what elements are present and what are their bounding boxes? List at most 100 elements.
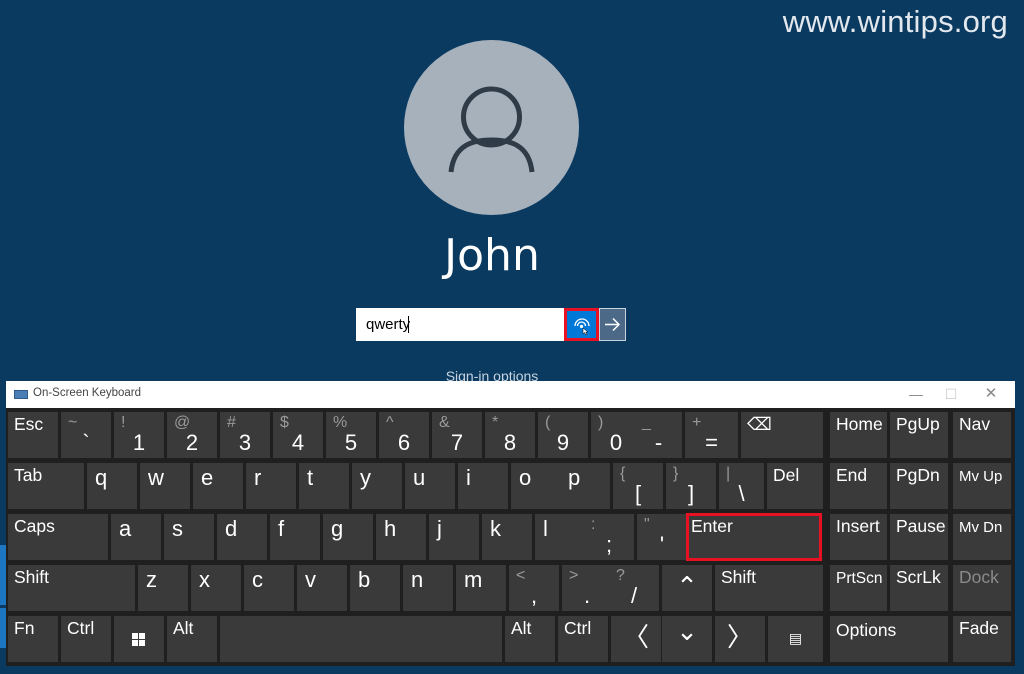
key-5[interactable]: % 5 [326, 412, 376, 458]
key-esc[interactable]: Esc [8, 412, 58, 458]
key-label: d [225, 516, 238, 541]
right-arrow-icon: 〉 [726, 622, 753, 652]
key-label: z [146, 567, 157, 592]
key-z[interactable]: z [138, 565, 188, 611]
key-prtscn[interactable]: PrtScn [830, 565, 887, 611]
key-equals[interactable]: + = [685, 412, 738, 458]
key-tab[interactable]: Tab [8, 463, 84, 509]
key-options[interactable]: Options [830, 616, 948, 662]
key-3[interactable]: #3 [220, 412, 270, 458]
key-space[interactable] [220, 616, 502, 662]
reveal-password-button[interactable] [564, 308, 599, 341]
key-6[interactable]: ^ 6 [379, 412, 429, 458]
key-left-arrow[interactable]: 〈 [611, 616, 661, 662]
key-slash[interactable]: ? / [609, 565, 659, 611]
key-up-arrow[interactable]: ⌃ [662, 565, 712, 611]
key-fn[interactable]: Fn [8, 616, 58, 662]
key-caps[interactable]: Caps [8, 514, 108, 560]
key-comma[interactable]: <, [509, 565, 559, 611]
key-r[interactable]: r [246, 463, 296, 509]
key-q[interactable]: q [87, 463, 137, 509]
submit-button[interactable] [599, 308, 626, 341]
key-scrlk[interactable]: ScrLk [890, 565, 948, 611]
key-end[interactable]: End [830, 463, 887, 509]
key-ctrl-right[interactable]: Ctrl [558, 616, 608, 662]
key-4[interactable]: $4 [273, 412, 323, 458]
key-b[interactable]: b [350, 565, 400, 611]
key-j[interactable]: j [429, 514, 479, 560]
minimize-button[interactable]: — [901, 384, 931, 404]
maximize-button[interactable]: ☐ [936, 384, 966, 404]
close-button[interactable]: ✕ [976, 384, 1006, 404]
key-f[interactable]: f [270, 514, 320, 560]
key-1[interactable]: ! 1 [114, 412, 164, 458]
key-label: n [411, 567, 424, 592]
key-h[interactable]: h [376, 514, 426, 560]
key-c[interactable]: c [244, 565, 294, 611]
key-windows[interactable] [114, 616, 164, 662]
key-semicolon[interactable]: :; [584, 514, 634, 560]
key-label: 3 [238, 430, 252, 455]
key-p[interactable]: p [560, 463, 610, 509]
key-w[interactable]: w [140, 463, 190, 509]
key-shift-label: ) [598, 414, 604, 431]
key-quote[interactable]: " ' [637, 514, 687, 560]
key-pgup[interactable]: PgUp [890, 412, 948, 458]
key-enter[interactable]: Enter [686, 513, 822, 561]
user-icon [448, 86, 535, 173]
key-9[interactable]: (9 [538, 412, 588, 458]
key-t[interactable]: t [299, 463, 349, 509]
key-backtick[interactable]: ~ ` [61, 412, 111, 458]
key-alt-right[interactable]: Alt [505, 616, 555, 662]
key-dock[interactable]: Dock [953, 565, 1011, 611]
key-alt-left[interactable]: Alt [167, 616, 217, 662]
key-i[interactable]: i [458, 463, 508, 509]
key-period[interactable]: >. [562, 565, 612, 611]
key-fade[interactable]: Fade [953, 616, 1011, 662]
key-v[interactable]: v [297, 565, 347, 611]
key-l[interactable]: l [535, 514, 585, 560]
key-s[interactable]: s [164, 514, 214, 560]
key-y[interactable]: y [352, 463, 402, 509]
key-pause[interactable]: Pause [890, 514, 948, 560]
key-m[interactable]: m [456, 565, 506, 611]
key-d[interactable]: d [217, 514, 267, 560]
key-label: r [254, 465, 262, 490]
osk-title-bar[interactable]: On-Screen Keyboard — ☐ ✕ [6, 381, 1015, 408]
key-label: l [543, 516, 548, 541]
key-down-arrow[interactable]: ⌄ [662, 616, 712, 662]
key-pgdn[interactable]: PgDn [890, 463, 948, 509]
key-u[interactable]: u [405, 463, 455, 509]
key-x[interactable]: x [191, 565, 241, 611]
key-home[interactable]: Home [830, 412, 887, 458]
key-n[interactable]: n [403, 565, 453, 611]
key-mvup[interactable]: Mv Up [953, 463, 1011, 509]
key-ctrl-left[interactable]: Ctrl [61, 616, 111, 662]
key-7[interactable]: & 7 [432, 412, 482, 458]
key-label: Alt [511, 618, 532, 638]
key-left-bracket[interactable]: {[ [613, 463, 663, 509]
key-backslash[interactable]: | \ [719, 463, 764, 509]
key-right-bracket[interactable]: }] [666, 463, 716, 509]
key-label: Alt [173, 618, 194, 638]
key-k[interactable]: k [482, 514, 532, 560]
key-right-arrow[interactable]: 〉 [715, 616, 765, 662]
key-shift-left[interactable]: Shift [8, 565, 135, 611]
key-del[interactable]: Del [767, 463, 823, 509]
key-8[interactable]: * 8 [485, 412, 535, 458]
key-insert[interactable]: Insert [830, 514, 887, 560]
key-shift-right[interactable]: Shift [715, 565, 823, 611]
key-mvdn[interactable]: Mv Dn [953, 514, 1011, 560]
key-o[interactable]: o [511, 463, 561, 509]
key-shift-label: : [591, 516, 596, 533]
key-backspace[interactable]: ⌫ [741, 412, 823, 458]
key-nav[interactable]: Nav [953, 412, 1011, 458]
key-menu[interactable]: ▤ [768, 616, 823, 662]
key-minus[interactable]: _ - [635, 412, 682, 458]
key-e[interactable]: e [193, 463, 243, 509]
password-field[interactable] [356, 308, 564, 341]
key-a[interactable]: a [111, 514, 161, 560]
key-0[interactable]: ) 0 [591, 412, 641, 458]
key-g[interactable]: g [323, 514, 373, 560]
key-2[interactable]: @2 [167, 412, 217, 458]
